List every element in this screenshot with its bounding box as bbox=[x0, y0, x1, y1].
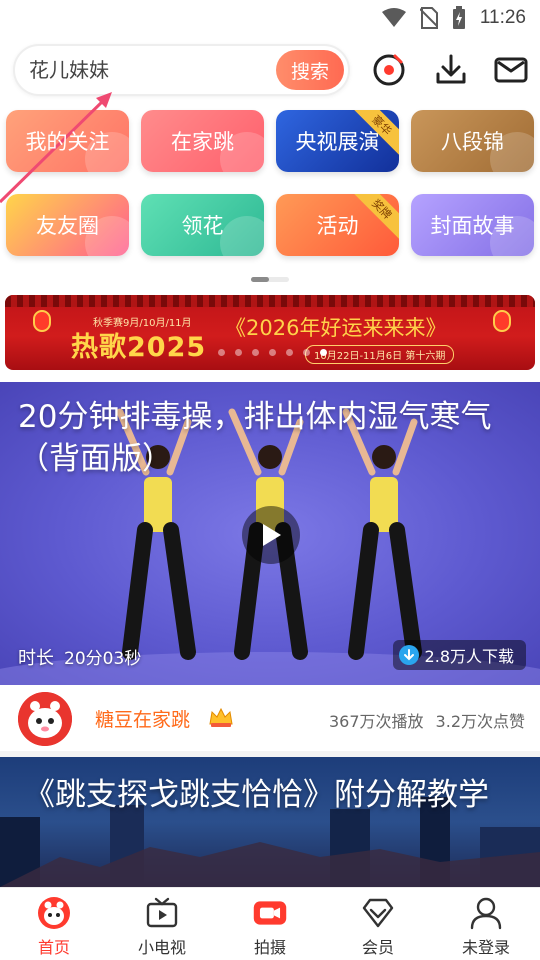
download-circle-icon bbox=[398, 645, 419, 665]
author-row[interactable]: 糖豆在家跳 367万次播放 3.2万次点赞 bbox=[0, 685, 540, 751]
category-activity[interactable]: 奖牌 活动 bbox=[276, 194, 399, 256]
category-cctv-show[interactable]: 豪华 央视展演 bbox=[276, 110, 399, 172]
banner-dot bbox=[235, 349, 242, 356]
author-name[interactable]: 糖豆在家跳 bbox=[95, 705, 190, 732]
play-button[interactable] bbox=[242, 506, 300, 564]
category-home-dance[interactable]: 在家跳 bbox=[141, 110, 264, 172]
nav-shoot[interactable]: 拍摄 bbox=[216, 888, 324, 960]
nav-label: 会员 bbox=[361, 938, 394, 957]
duration-value: 20分03秒 bbox=[64, 649, 142, 669]
banner-dot-active bbox=[320, 349, 327, 356]
promo-banner[interactable]: 秋季赛9月/10月/11月 热歌2025 《2026年好运来来来》 10月22日… bbox=[5, 295, 535, 370]
download-icon[interactable] bbox=[433, 52, 469, 88]
user-icon bbox=[469, 896, 503, 930]
banner-dot bbox=[286, 349, 293, 356]
message-icon[interactable] bbox=[493, 52, 529, 88]
banner-roof bbox=[5, 295, 535, 307]
search-button[interactable]: 搜索 bbox=[276, 50, 344, 90]
banner-dot bbox=[269, 349, 276, 356]
vip-diamond-icon bbox=[361, 896, 395, 930]
play-count: 367万次播放 bbox=[329, 712, 424, 731]
crown-icon bbox=[209, 707, 233, 727]
lantern-icon bbox=[493, 310, 511, 332]
duration-label: 时长 bbox=[18, 648, 54, 669]
video-duration: 时长 20分03秒 bbox=[18, 644, 141, 670]
category-label: 在家跳 bbox=[171, 130, 234, 154]
banner-title: 《2026年好运来来来》 bbox=[225, 316, 447, 340]
video-title: 20分钟排毒操，排出体内湿气寒气（背面版） bbox=[18, 399, 492, 477]
banner-indicator bbox=[218, 349, 327, 356]
video-card[interactable]: 20分钟排毒操，排出体内湿气寒气（背面版） 时长 20分03秒 2.8万人下载 bbox=[0, 382, 540, 685]
category-label: 八段锦 bbox=[441, 130, 504, 154]
decor bbox=[220, 216, 264, 256]
lantern-icon bbox=[33, 310, 51, 332]
nav-vip[interactable]: 会员 bbox=[324, 888, 432, 960]
nav-label: 拍摄 bbox=[253, 938, 286, 957]
nav-label: 首页 bbox=[37, 938, 70, 957]
like-count: 3.2万次点赞 bbox=[435, 712, 525, 731]
download-count: 2.8万人下载 bbox=[424, 647, 514, 666]
no-sim-icon bbox=[419, 7, 438, 29]
category-label: 央视展演 bbox=[295, 130, 380, 154]
avatar[interactable] bbox=[18, 692, 72, 746]
download-count-badge[interactable]: 2.8万人下载 bbox=[392, 640, 526, 670]
category-label: 友友圈 bbox=[36, 214, 99, 238]
nav-label: 未登录 bbox=[461, 938, 510, 957]
category-label: 领花 bbox=[181, 214, 224, 238]
category-label: 封面故事 bbox=[430, 214, 515, 238]
category-label: 活动 bbox=[316, 214, 359, 238]
play-icon bbox=[263, 524, 281, 546]
nav-small-tv[interactable]: 小电视 bbox=[108, 888, 216, 960]
nav-login[interactable]: 未登录 bbox=[432, 888, 540, 960]
nav-home[interactable]: 首页 bbox=[0, 888, 108, 960]
camera-icon bbox=[253, 896, 287, 930]
video-title: 《跳支探戈跳支恰恰》附分解教学 bbox=[24, 777, 489, 813]
music-disc-icon[interactable] bbox=[371, 52, 407, 88]
home-icon bbox=[37, 896, 71, 930]
banner-big-title: 热歌2025 bbox=[71, 332, 207, 363]
banner-dot bbox=[218, 349, 225, 356]
clock: 11:26 bbox=[479, 7, 526, 28]
category-page-indicator bbox=[251, 277, 289, 282]
status-bar: 11:26 bbox=[0, 0, 540, 36]
banner-date: 10月22日-11月6日 第十六期 bbox=[305, 345, 455, 364]
bottom-nav: 首页 小电视 拍摄 会员 未登录 bbox=[0, 887, 540, 960]
category-baduanjin[interactable]: 八段锦 bbox=[411, 110, 534, 172]
banner-dot bbox=[252, 349, 259, 356]
video-stats: 367万次播放 3.2万次点赞 bbox=[329, 708, 525, 732]
category-collect-flowers[interactable]: 领花 bbox=[141, 194, 264, 256]
battery-charging-icon bbox=[452, 6, 465, 29]
nav-label: 小电视 bbox=[137, 938, 186, 957]
category-label: 我的关注 bbox=[25, 130, 110, 154]
video-card[interactable]: 《跳支探戈跳支恰恰》附分解教学 bbox=[0, 757, 540, 887]
tv-icon bbox=[145, 896, 179, 930]
banner-dot bbox=[303, 349, 310, 356]
wifi-icon bbox=[381, 8, 406, 27]
category-cover-story[interactable]: 封面故事 bbox=[411, 194, 534, 256]
page-indicator-active bbox=[251, 277, 269, 282]
